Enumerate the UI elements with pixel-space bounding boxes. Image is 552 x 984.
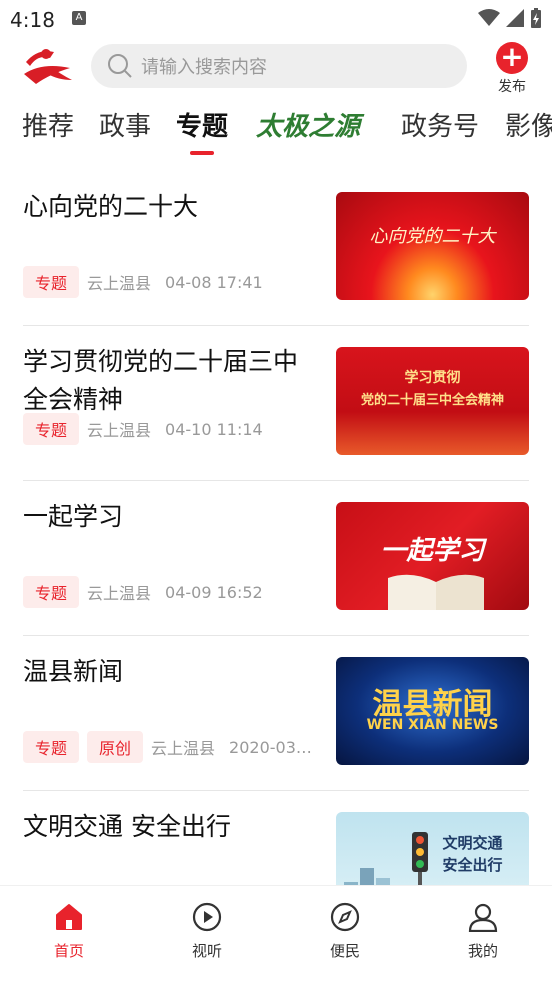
tab-topics[interactable]: 专题	[176, 106, 228, 143]
item-title: 学习贯彻党的二十届三中全会精神	[23, 347, 299, 414]
tag-badge-original: 原创	[87, 731, 144, 763]
publish-label: 发布	[498, 79, 526, 95]
publish-button[interactable]: + 发布	[492, 42, 532, 96]
nav-profile[interactable]: 我的	[443, 902, 523, 961]
tab-politics[interactable]: 政事	[99, 106, 151, 143]
item-title: 文明交通 安全出行	[23, 812, 231, 841]
item-source: 云上温县	[87, 274, 152, 293]
item-source: 云上温县	[151, 739, 216, 758]
list-item[interactable]: 温县新闻 专题 原创 云上温县 2020-03… 温县新闻 WEN XIAN N…	[23, 635, 529, 791]
nav-services[interactable]: 便民	[305, 902, 385, 961]
home-icon	[56, 904, 82, 930]
item-thumbnail: 温县新闻 WEN XIAN NEWS	[336, 657, 529, 765]
list-item[interactable]: 心向党的二十大 专题 云上温县 04-08 17:41 心向党的二十大	[23, 170, 529, 326]
open-book-icon	[388, 574, 484, 610]
thumb-caption: 一起学习	[380, 536, 485, 566]
search-bar[interactable]: 请输入搜索内容	[91, 44, 467, 88]
item-title: 温县新闻	[23, 657, 124, 686]
wifi-icon	[478, 9, 500, 26]
bottom-nav: 首页 视听 便民 我的	[0, 885, 552, 984]
plus-icon: +	[496, 42, 528, 74]
thumb-caption-line2: 党的二十届三中全会精神	[360, 393, 504, 408]
thumb-caption-line1: 学习贯彻	[404, 370, 461, 386]
nav-home[interactable]: 首页	[29, 902, 109, 961]
list-item[interactable]: 文明交通 安全出行 文明交通 安全出行	[23, 790, 529, 885]
tag-badge: 专题	[23, 413, 80, 445]
item-time: 2020-03…	[229, 737, 312, 757]
item-meta: 专题 云上温县 04-08 17:41	[23, 266, 263, 298]
item-time: 04-10 11:14	[165, 419, 263, 439]
item-meta: 专题 原创 云上温县 2020-03…	[23, 731, 312, 763]
app-logo[interactable]	[20, 44, 74, 88]
item-source: 云上温县	[87, 584, 152, 603]
tab-gov-accounts[interactable]: 政务号	[401, 106, 479, 143]
nav-home-label: 首页	[53, 942, 84, 960]
status-icons	[478, 8, 542, 28]
item-time: 04-08 17:41	[165, 272, 263, 292]
list-item[interactable]: 学习贯彻党的二十届三中全会精神 专题 云上温县 04-10 11:14 学习贯彻…	[23, 325, 529, 481]
item-meta: 专题 云上温县 04-09 16:52	[23, 576, 263, 608]
list-item[interactable]: 一起学习 专题 云上温县 04-09 16:52 一起学习	[23, 480, 529, 636]
user-icon	[468, 903, 498, 933]
play-icon	[192, 902, 222, 932]
notification-a-icon: A	[72, 11, 86, 25]
item-thumbnail: 文明交通 安全出行	[336, 812, 529, 885]
item-title: 心向党的二十大	[23, 192, 199, 221]
signal-icon	[506, 9, 524, 27]
status-time: 4:18	[10, 8, 55, 32]
thumb-caption-line1: 文明交通	[442, 834, 503, 852]
search-icon	[108, 54, 132, 78]
nav-services-label: 便民	[329, 942, 360, 960]
item-time: 04-09 16:52	[165, 582, 263, 602]
nav-profile-label: 我的	[467, 942, 498, 960]
tag-badge: 专题	[23, 731, 80, 763]
active-tab-indicator	[190, 151, 214, 155]
compass-icon	[330, 902, 360, 932]
item-source: 云上温县	[87, 421, 152, 440]
tab-recommend[interactable]: 推荐	[22, 106, 74, 143]
tag-badge: 专题	[23, 576, 80, 608]
item-meta: 专题 云上温县 04-10 11:14	[23, 413, 263, 445]
tag-badge: 专题	[23, 266, 80, 298]
news-feed: 心向党的二十大 专题 云上温县 04-08 17:41 心向党的二十大 学习贯彻…	[0, 170, 552, 885]
nav-media[interactable]: 视听	[167, 902, 247, 961]
tab-taiji-origin[interactable]: 太极之源	[256, 106, 360, 143]
thumb-caption-line2: 安全出行	[442, 856, 503, 874]
channel-tabs: 推荐 政事 专题 太极之源 政务号 影像	[0, 100, 552, 160]
item-thumbnail: 心向党的二十大	[336, 192, 529, 300]
tab-images[interactable]: 影像	[505, 106, 552, 143]
item-thumbnail: 一起学习	[336, 502, 529, 610]
item-title: 一起学习	[23, 502, 124, 531]
status-bar: 4:18 A	[0, 0, 552, 36]
item-thumbnail: 学习贯彻 党的二十届三中全会精神	[336, 347, 529, 455]
thumb-caption-line2: WEN XIAN NEWS	[366, 717, 499, 733]
search-placeholder: 请输入搜索内容	[141, 57, 267, 78]
nav-media-label: 视听	[191, 942, 222, 960]
battery-icon	[531, 8, 541, 28]
app-header: 请输入搜索内容 + 发布	[0, 40, 552, 96]
thumb-caption: 心向党的二十大	[369, 226, 496, 247]
